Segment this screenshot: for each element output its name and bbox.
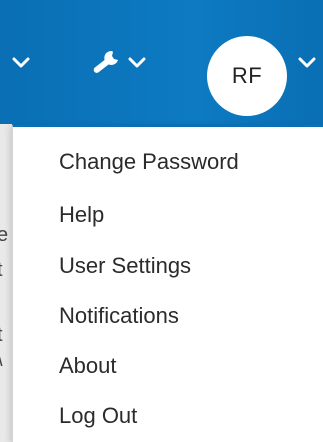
avatar-initials: RF bbox=[231, 63, 263, 88]
wrench-icon[interactable] bbox=[88, 48, 122, 78]
user-chevron-down-icon[interactable] bbox=[298, 56, 316, 70]
user-avatar[interactable]: RF bbox=[207, 36, 287, 116]
menu-item-change-password[interactable]: Change Password bbox=[59, 149, 239, 175]
menu-item-user-settings[interactable]: User Settings bbox=[59, 253, 191, 279]
partial-text: e bbox=[0, 224, 9, 246]
tools-chevron-down-icon[interactable] bbox=[128, 56, 146, 70]
partial-text: \ bbox=[0, 349, 3, 372]
menu-item-help[interactable]: Help bbox=[59, 202, 104, 228]
menu-item-log-out[interactable]: Log Out bbox=[59, 403, 137, 429]
top-navigation-bar: RF bbox=[0, 0, 323, 124]
underlying-page: e t t \ bbox=[0, 124, 12, 442]
user-dropdown-menu: Change Password Help User Settings Notif… bbox=[12, 124, 323, 442]
menu-item-notifications[interactable]: Notifications bbox=[59, 303, 179, 329]
partial-text: t bbox=[0, 259, 3, 282]
chevron-down-icon[interactable] bbox=[12, 56, 30, 70]
partial-text: t bbox=[0, 324, 3, 347]
menu-item-about[interactable]: About bbox=[59, 353, 117, 379]
